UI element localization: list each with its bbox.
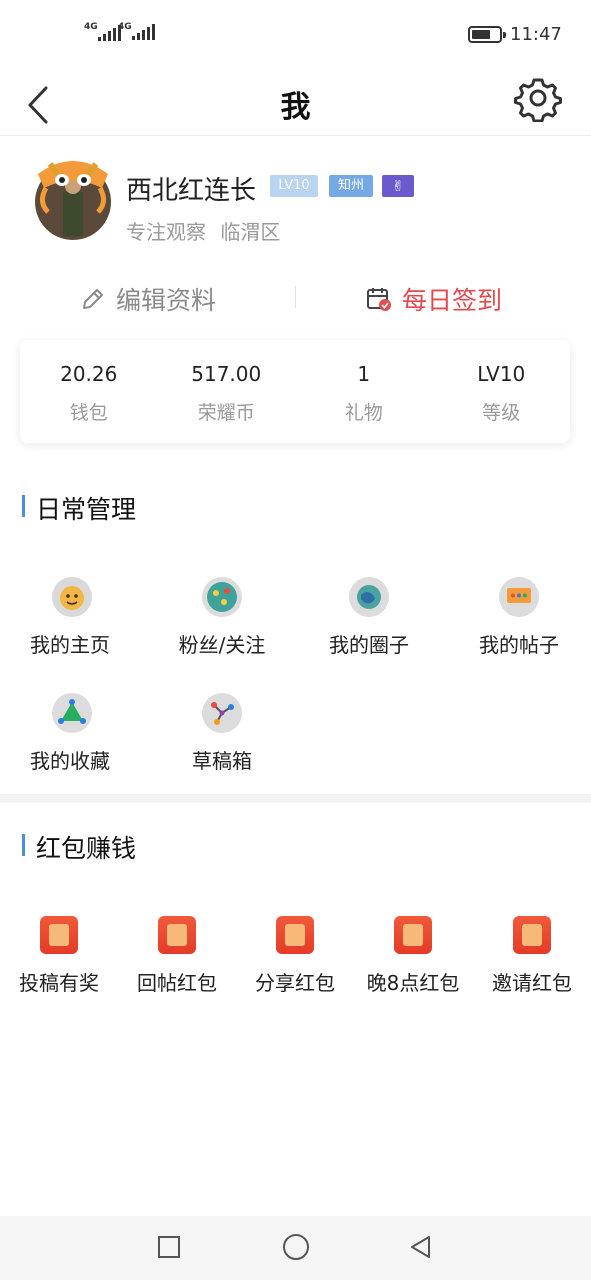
status-bar: 4G 4G 11:47 [0,0,591,68]
divider [295,286,296,308]
stat-label: 等级 [482,402,521,424]
signal-icon: 4G [84,22,121,41]
face-icon[interactable] [52,577,92,617]
victory-badge: ✌ [382,175,414,197]
stat-value: 1 [357,362,371,386]
grid-item-share-packet[interactable]: 分享红包 [236,967,354,996]
stat-value: LV10 [477,362,526,386]
red-packet-icon[interactable] [513,916,551,954]
grid-item-reply-packet[interactable]: 回帖红包 [118,967,236,996]
signal-type-label: 4G [84,22,98,32]
recent-apps-button[interactable] [158,1236,180,1258]
home-button[interactable] [283,1234,309,1260]
stat-label: 礼物 [344,402,383,424]
stat-label: 荣耀币 [197,402,255,424]
signal-type-label: 4G [118,22,132,32]
pencil-icon [83,289,103,309]
grid-item-submission[interactable]: 投稿有奖 [0,967,118,996]
signal-icon: 4G [118,22,155,40]
fans-icon[interactable] [202,577,242,617]
nav-bar: 我 [0,68,591,136]
grid-item-evening-packet[interactable]: 晚8点红包 [354,967,472,996]
grid-item-favorites[interactable]: 我的收藏 [0,745,145,774]
stat-label: 钱包 [69,402,108,424]
nodes-icon[interactable] [202,693,242,733]
title-badge: 知州 [329,175,373,197]
red-packet-icon[interactable] [40,916,78,954]
page-title: 我 [280,90,311,125]
level-badge: LV10 [270,175,318,197]
stat-wallet[interactable]: 20.26 钱包 [20,340,158,443]
chat-icon[interactable] [499,577,539,617]
stat-value: 20.26 [60,362,118,386]
calendar-icon [367,288,391,311]
stat-level[interactable]: LV10 等级 [433,340,571,443]
grid-item-circles[interactable]: 我的圈子 [294,629,444,658]
grid-item-homepage[interactable]: 我的主页 [0,629,145,658]
red-packet-icon[interactable] [276,916,314,954]
profile-actions: 编辑资料 每日签到 [0,276,591,322]
grid-item-fans[interactable]: 粉丝/关注 [147,629,297,658]
edit-profile-button[interactable]: 编辑资料 [80,276,216,322]
avatar[interactable] [28,152,118,242]
gear-icon[interactable] [514,74,562,122]
daily-checkin-label: 每日签到 [402,286,503,315]
edit-profile-label: 编辑资料 [116,286,217,315]
grid-item-drafts[interactable]: 草稿箱 [147,745,297,774]
nickname: 西北红连长 [126,176,257,206]
stat-honor-coin[interactable]: 517.00 荣耀币 [158,340,296,443]
red-packet-icon[interactable] [158,916,196,954]
clock: 11:47 [510,24,562,45]
triangle-icon[interactable] [52,693,92,733]
motto: 专注观察 [126,220,206,244]
daily-checkin-button[interactable]: 每日签到 [366,276,502,322]
section-title-redpacket: 红包赚钱 [22,829,136,865]
grid-item-posts[interactable]: 我的帖子 [444,629,591,658]
stat-value: 517.00 [191,362,262,386]
red-packet-icon[interactable] [394,916,432,954]
back-button[interactable] [408,1234,434,1260]
stat-gift[interactable]: 1 礼物 [295,340,433,443]
grid-item-invite-packet[interactable]: 邀请红包 [473,967,591,996]
globe-icon[interactable] [349,577,389,617]
profile-subinfo: 专注观察 临渭区 [126,216,280,245]
section-separator [0,794,591,803]
stats-card: 20.26 钱包 517.00 荣耀币 1 礼物 LV10 等级 [20,340,570,443]
battery-icon [468,26,506,43]
section-title-daily: 日常管理 [22,490,136,526]
district: 临渭区 [220,220,281,244]
